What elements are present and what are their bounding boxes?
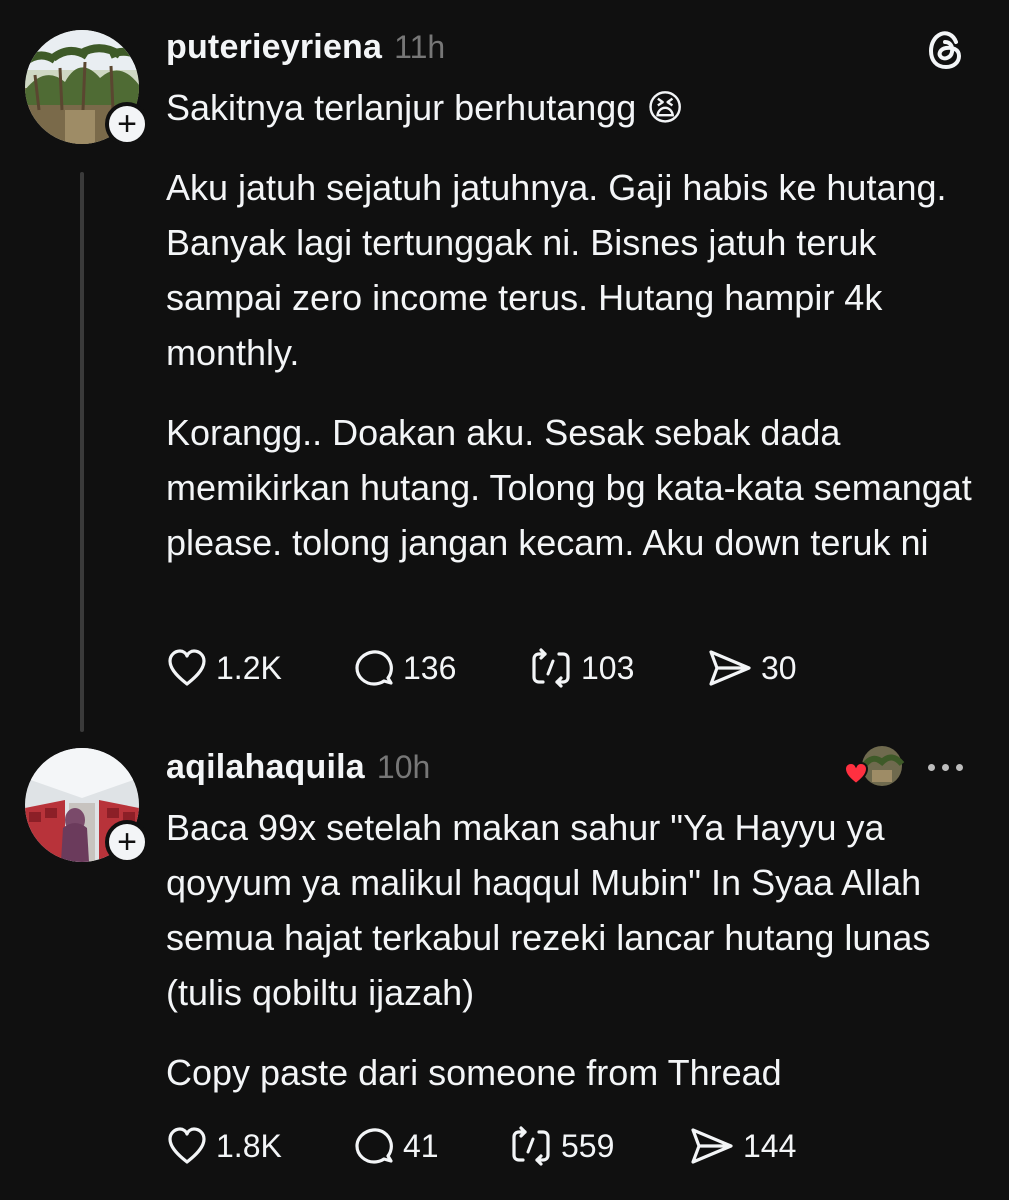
more-dots-icon: [956, 764, 963, 771]
liked-by-author-icon: [843, 746, 905, 786]
send-icon: [691, 1128, 733, 1164]
share-button[interactable]: 144: [689, 1126, 796, 1166]
share-count: 144: [743, 1127, 797, 1164]
repost-count: 559: [561, 1127, 615, 1164]
like-count: 1.8K: [216, 1127, 282, 1164]
more-options-button[interactable]: [928, 764, 963, 771]
comment-bubble-icon: [355, 1128, 393, 1164]
post-actions: 1.8K 41 559 144: [166, 1126, 796, 1166]
repost-button[interactable]: 559: [509, 1126, 689, 1166]
post-body: Baca 99x setelah makan sahur "Ya Hayyu y…: [166, 800, 986, 1100]
post-2: + aqilahaquila 10h Baca 99x setelah maka…: [0, 0, 1009, 1200]
heart-icon: [168, 1127, 206, 1164]
repost-icon: [512, 1126, 550, 1166]
more-dots-icon: [942, 764, 949, 771]
reply-button[interactable]: 41: [353, 1126, 509, 1166]
liked-by-author-indicator: [842, 744, 906, 792]
timestamp: 10h: [376, 749, 431, 785]
reply-count: 41: [403, 1127, 439, 1164]
author-avatar[interactable]: +: [25, 748, 149, 864]
follow-button[interactable]: +: [105, 820, 149, 864]
post-paragraph: Copy paste dari someone from Thread: [166, 1052, 782, 1093]
like-button[interactable]: 1.8K: [166, 1126, 353, 1166]
post-paragraph: Baca 99x setelah makan sahur "Ya Hayyu y…: [166, 807, 931, 1013]
more-dots-icon: [928, 764, 935, 771]
username[interactable]: aqilahaquila: [166, 748, 365, 787]
